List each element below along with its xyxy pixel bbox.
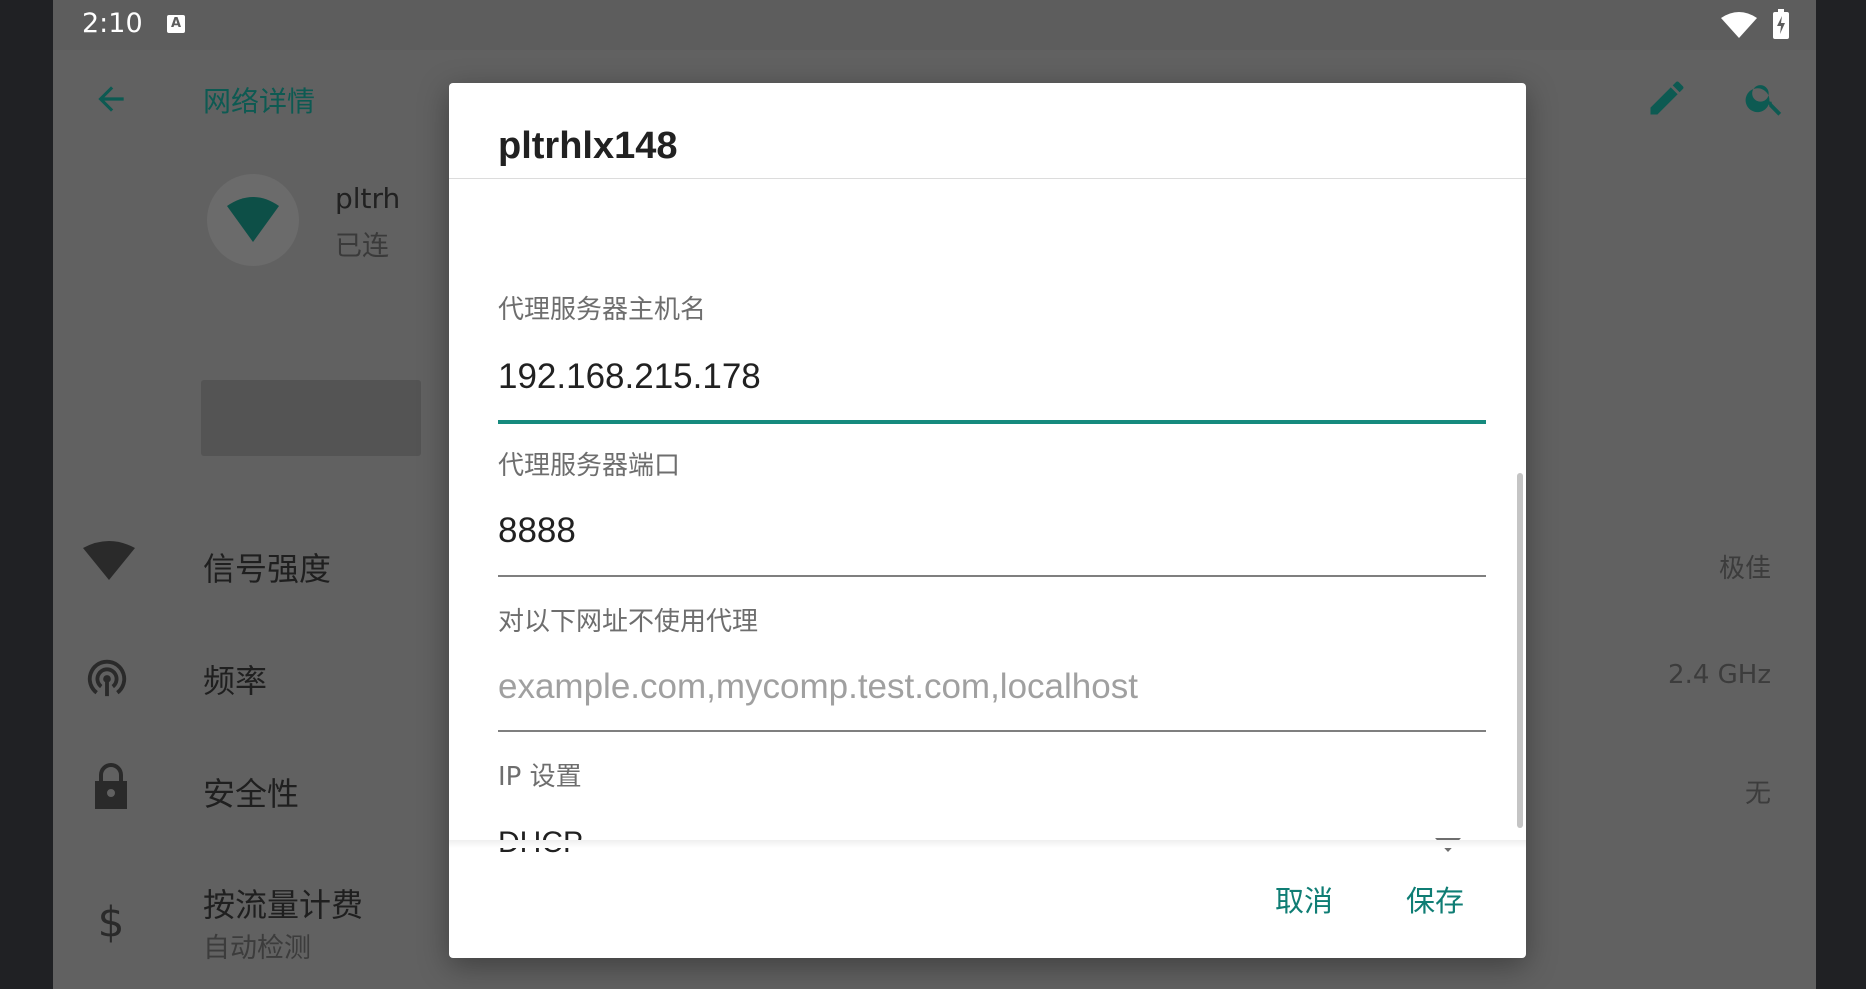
dialog-content[interactable]: 代理服务器主机名 192.168.215.178 代理服务器端口 8888 对以… xyxy=(449,179,1526,924)
cancel-button[interactable]: 取消 xyxy=(1275,878,1333,920)
dialog-title: pltrhlx148 xyxy=(498,125,678,167)
wifi-signal-icon xyxy=(83,540,135,584)
proxy-host-underline xyxy=(498,420,1486,424)
network-ssid: pltrh xyxy=(335,182,401,215)
arrow-back-icon[interactable] xyxy=(92,80,130,122)
network-status: 已连 xyxy=(335,231,389,262)
forget-button[interactable] xyxy=(201,380,421,456)
app-title: 网络详情 xyxy=(203,85,316,118)
wifi-signal-icon xyxy=(227,197,279,242)
detail-value: 无 xyxy=(1744,779,1771,809)
proxy-port-underline xyxy=(498,575,1486,577)
detail-label: 安全性 xyxy=(203,775,300,813)
battery-charging-icon xyxy=(1773,9,1789,43)
proxy-port-label: 代理服务器端口 xyxy=(498,451,681,481)
detail-label: 信号强度 xyxy=(203,550,332,588)
lock-icon xyxy=(91,761,131,815)
svg-text:$: $ xyxy=(98,898,125,944)
dollar-icon: $ xyxy=(97,897,125,948)
ip-settings-label: IP 设置 xyxy=(498,762,582,792)
scrollbar[interactable] xyxy=(1517,473,1523,828)
bypass-underline xyxy=(498,730,1486,732)
proxy-host-label: 代理服务器主机名 xyxy=(498,295,707,325)
proxy-host-input[interactable]: 192.168.215.178 xyxy=(498,357,761,397)
a-icon: A xyxy=(167,15,185,33)
wifi-icon xyxy=(1721,12,1757,42)
search-icon[interactable] xyxy=(1743,76,1787,124)
bypass-input[interactable]: example.com,mycomp.test.com,localhost xyxy=(498,667,1138,707)
proxy-port-input[interactable]: 8888 xyxy=(498,511,576,551)
detail-label: 频率 xyxy=(203,662,268,700)
bypass-label: 对以下网址不使用代理 xyxy=(498,607,759,637)
screen: 2:10 A 网络详情 pltrh 已连 信号强度 极佳 频率 2.4 GHz … xyxy=(53,0,1816,989)
pencil-icon[interactable] xyxy=(1645,76,1689,124)
save-button[interactable]: 保存 xyxy=(1406,878,1464,920)
detail-label: 按流量计费 xyxy=(203,886,364,924)
proxy-dialog: pltrhlx148 代理服务器主机名 192.168.215.178 代理服务… xyxy=(449,83,1526,958)
status-time: 2:10 xyxy=(82,8,143,39)
detail-sub: 自动检测 xyxy=(203,933,311,964)
status-bar: 2:10 A xyxy=(53,0,1816,50)
actions-divider xyxy=(449,840,1526,848)
antenna-icon xyxy=(83,654,131,704)
detail-value: 极佳 xyxy=(1718,554,1771,584)
detail-value: 2.4 GHz xyxy=(1668,660,1771,690)
network-avatar xyxy=(207,174,299,266)
